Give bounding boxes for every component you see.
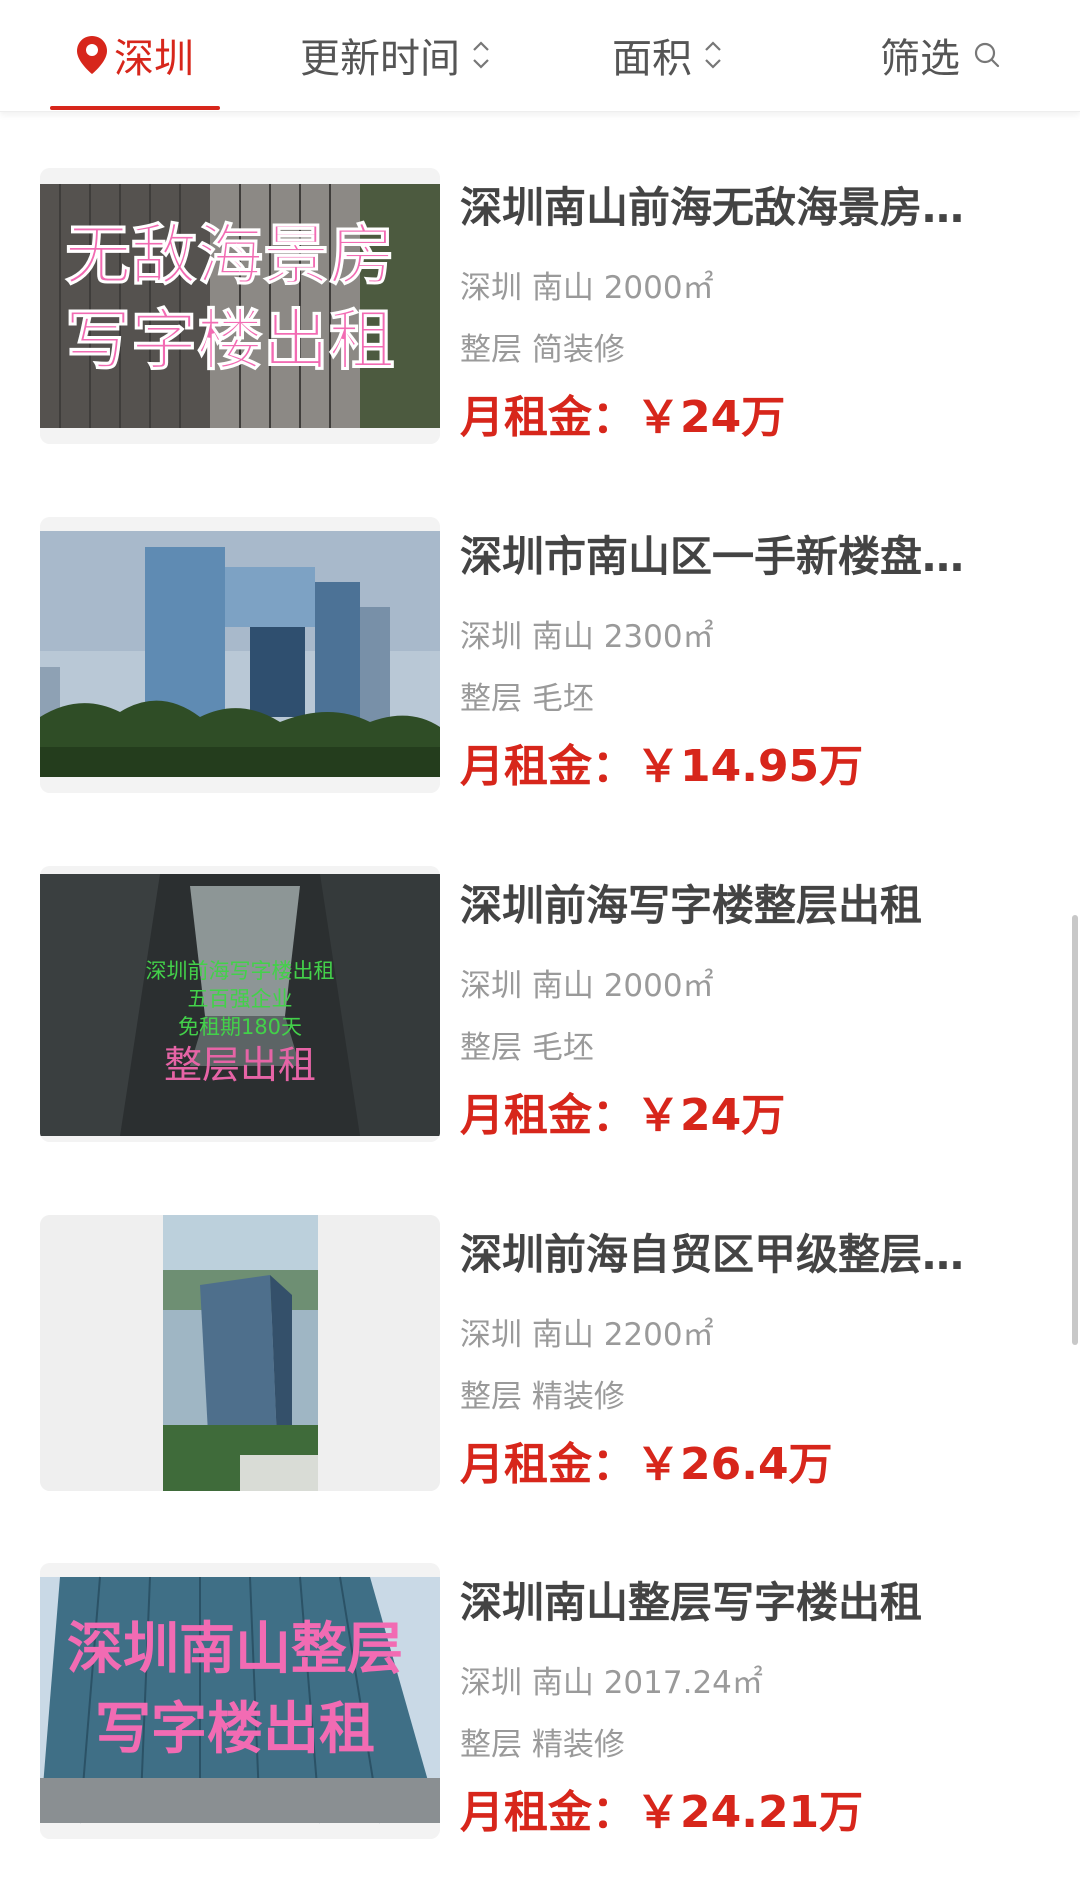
- sort-arrows-icon: [705, 41, 721, 69]
- listing-location: 深圳 南山 2000㎡: [460, 270, 714, 306]
- filter-label: 筛选: [880, 36, 960, 82]
- listing-tags: 整层 简装修: [460, 332, 625, 368]
- listing-location: 深圳 南山 2017.24㎡: [460, 1665, 763, 1701]
- city-label: 深圳: [114, 36, 194, 82]
- listing-item[interactable]: 深圳南山整层 写字楼出租 深圳南山整层写字楼出租 深圳 南山 2017.24㎡ …: [0, 1563, 1080, 1845]
- thumb-text: 深圳前海写字楼出租: [146, 959, 335, 983]
- listing-thumbnail: 深圳前海写字楼出租 五百强企业 免租期180天 整层出租: [40, 866, 440, 1142]
- thumb-text: 整层出租: [164, 1043, 316, 1087]
- listing-location: 深圳 南山 2200㎡: [460, 1317, 714, 1353]
- sort-area-label: 面积: [612, 36, 692, 82]
- building-photo: 无敌海景房 写字楼出租: [40, 168, 440, 444]
- thumb-text: 写字楼出租: [95, 1697, 375, 1762]
- listing-item[interactable]: 深圳市南山区一手新楼盘整层出租 深圳 南山 2300㎡ 整层 毛坯 月租金：￥1…: [0, 517, 1080, 799]
- sort-by-area[interactable]: 面积: [612, 0, 724, 110]
- thumb-text: 五百强企业: [188, 987, 293, 1011]
- listing-price: 月租金：￥26.4万: [460, 1439, 833, 1490]
- building-photo: 深圳南山整层 写字楼出租: [40, 1563, 440, 1839]
- listing-location: 深圳 南山 2300㎡: [460, 619, 714, 655]
- thumb-text: 深圳南山整层: [67, 1617, 403, 1682]
- building-photo: [40, 517, 440, 793]
- listing-price: 月租金：￥24.21万: [460, 1787, 864, 1838]
- sort-by-update-time[interactable]: 更新时间: [300, 0, 492, 110]
- location-pin-icon: [77, 36, 107, 74]
- listing-tags: 整层 精装修: [460, 1379, 625, 1415]
- listing-title: 深圳市南山区一手新楼盘整层出租: [460, 532, 1005, 581]
- listing-item[interactable]: 深圳前海写字楼出租 五百强企业 免租期180天 整层出租 深圳前海写字楼整层出租…: [0, 866, 1080, 1148]
- building-photo: [40, 1215, 440, 1491]
- listing-tags: 整层 毛坯: [460, 1030, 594, 1066]
- city-selector[interactable]: 深圳: [74, 0, 194, 110]
- listing-thumbnail: 深圳南山整层 写字楼出租: [40, 1563, 440, 1839]
- scrollbar[interactable]: [1072, 915, 1078, 1345]
- filter-bar: 深圳 更新时间 面积 筛选: [0, 0, 1080, 112]
- listing-price: 月租金：￥14.95万: [460, 741, 864, 792]
- sort-time-label: 更新时间: [300, 36, 460, 82]
- listing-title: 深圳前海写字楼整层出租: [460, 881, 923, 930]
- listing-title: 深圳南山整层写字楼出租: [460, 1578, 923, 1627]
- listing-thumbnail: 无敌海景房 写字楼出租: [40, 168, 440, 444]
- listing-item[interactable]: 深圳前海自贸区甲级整层写字楼 深圳 南山 2200㎡ 整层 精装修 月租金：￥2…: [0, 1215, 1080, 1497]
- listing-thumbnail: [40, 1215, 440, 1491]
- listing-title: 深圳前海自贸区甲级整层写字楼: [460, 1230, 1005, 1279]
- thumb-text: 写字楼出租: [65, 302, 395, 379]
- active-tab-underline: [50, 106, 220, 110]
- listing-price: 月租金：￥24万: [460, 392, 786, 443]
- listing-price: 月租金：￥24万: [460, 1090, 786, 1141]
- sort-arrows-icon: [473, 41, 489, 69]
- listing-tags: 整层 精装修: [460, 1727, 625, 1763]
- listing-thumbnail: [40, 517, 440, 793]
- building-photo: 深圳前海写字楼出租 五百强企业 免租期180天 整层出租: [40, 866, 440, 1142]
- thumb-text: 免租期180天: [178, 1015, 302, 1039]
- listing-tags: 整层 毛坯: [460, 681, 594, 717]
- listing-location: 深圳 南山 2000㎡: [460, 968, 714, 1004]
- listing-title: 深圳南山前海无敌海景房写字楼出租: [460, 183, 1005, 232]
- thumb-text: 无敌海景房: [65, 217, 395, 294]
- listing-item[interactable]: 无敌海景房 写字楼出租 深圳南山前海无敌海景房写字楼出租 深圳 南山 2000㎡…: [0, 168, 1080, 450]
- filter-button[interactable]: 筛选: [880, 0, 1002, 110]
- search-icon: [974, 42, 1000, 68]
